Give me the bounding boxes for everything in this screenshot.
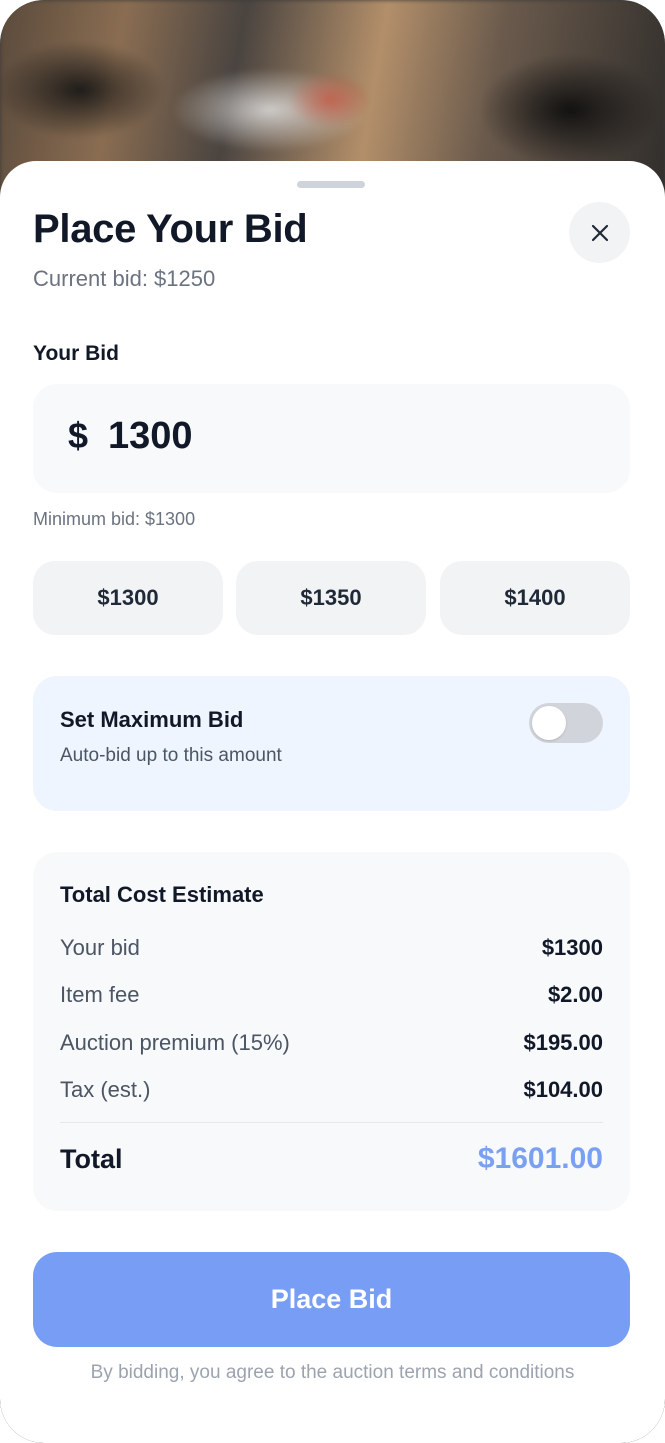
currency-symbol: $ bbox=[68, 415, 89, 456]
max-bid-toggle[interactable] bbox=[529, 703, 603, 743]
cost-row-tax: Tax (est.) $104.00 bbox=[60, 1077, 603, 1107]
your-bid-label: Your Bid bbox=[33, 342, 119, 365]
terms-text: By bidding, you agree to the auction ter… bbox=[90, 1362, 575, 1383]
close-button[interactable] bbox=[569, 202, 630, 263]
close-icon bbox=[591, 224, 608, 241]
cost-row-item-fee: Item fee $2.00 bbox=[60, 982, 603, 1012]
cost-estimate-title: Total Cost Estimate bbox=[60, 882, 264, 907]
toggle-knob bbox=[532, 706, 566, 740]
cost-label: Item fee bbox=[60, 982, 140, 1007]
place-bid-button[interactable]: Place Bid bbox=[33, 1252, 630, 1347]
device-screen: Place Your Bid Current bid: $1250 Your B… bbox=[0, 0, 665, 1443]
total-value: $1601.00 bbox=[477, 1142, 603, 1175]
bid-amount-value: 1300 bbox=[108, 415, 193, 457]
minimum-bid-text: Minimum bid: $1300 bbox=[33, 509, 196, 529]
quick-bid-button-1300[interactable]: $1300 bbox=[33, 561, 223, 635]
page-title: Place Your Bid bbox=[33, 207, 308, 251]
cost-label: Auction premium (15%) bbox=[60, 1030, 290, 1055]
current-bid-text: Current bid: $1250 bbox=[33, 266, 216, 291]
bid-amount-input[interactable]: $ 1300 bbox=[33, 384, 630, 493]
cost-row-your-bid: Your bid $1300 bbox=[60, 935, 603, 965]
cost-value: $1300 bbox=[541, 935, 603, 960]
cost-value: $2.00 bbox=[547, 982, 603, 1007]
cost-divider bbox=[60, 1122, 603, 1123]
cost-estimate-card: Total Cost Estimate Your bid $1300 Item … bbox=[33, 852, 630, 1211]
max-bid-title: Set Maximum Bid bbox=[60, 707, 244, 732]
cost-value: $104.00 bbox=[523, 1077, 603, 1102]
max-bid-subtitle: Auto-bid up to this amount bbox=[60, 745, 282, 766]
cost-row-auction-premium: Auction premium (15%) $195.00 bbox=[60, 1030, 603, 1060]
cost-value: $195.00 bbox=[523, 1030, 603, 1055]
sheet-grabber-handle[interactable] bbox=[297, 181, 365, 188]
cost-label: Your bid bbox=[60, 935, 140, 960]
quick-bid-button-1350[interactable]: $1350 bbox=[236, 561, 426, 635]
total-label: Total bbox=[60, 1144, 123, 1174]
max-bid-card: Set Maximum Bid Auto-bid up to this amou… bbox=[33, 676, 630, 811]
cost-label: Tax (est.) bbox=[60, 1077, 151, 1102]
quick-bid-button-1400[interactable]: $1400 bbox=[440, 561, 630, 635]
bid-bottom-sheet: Place Your Bid Current bid: $1250 Your B… bbox=[0, 161, 665, 1443]
